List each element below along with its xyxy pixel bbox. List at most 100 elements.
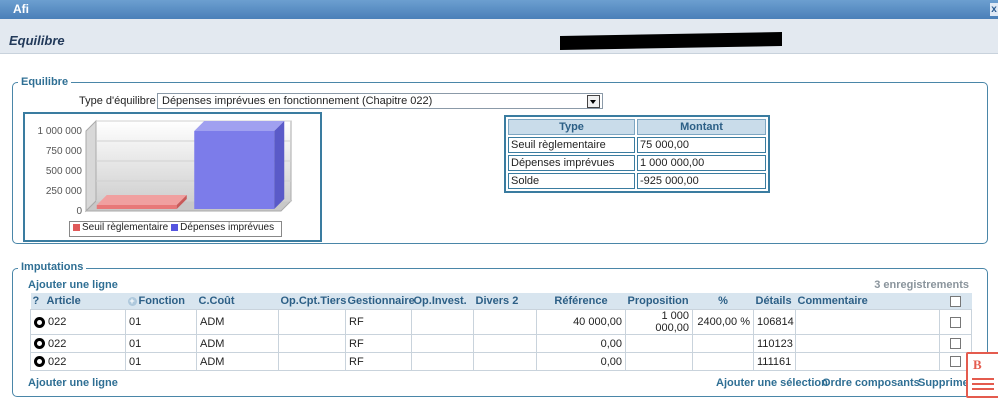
chart-ytick-label: 750 000 <box>46 146 83 157</box>
summary-table: Type Montant Seuil règlementaire 75 000,… <box>504 115 770 193</box>
cell-ccout[interactable]: ADM <box>196 352 279 371</box>
chart-bar <box>194 131 275 209</box>
col-ccout[interactable]: C.Coût <box>196 293 279 310</box>
summary-montant: 1 000 000,00 <box>637 155 766 171</box>
col-opinvest[interactable]: Op.Invest. <box>411 293 474 310</box>
col-opcpt[interactable]: Op.Cpt.Tiers <box>278 293 346 310</box>
cell-opcpt[interactable] <box>278 352 346 371</box>
col-details[interactable]: Détails <box>753 293 796 310</box>
cell-pct <box>692 334 754 353</box>
commentaire-input[interactable] <box>795 309 940 335</box>
imputations-table: ? Article + Fonction C.Coût Op.Cpt.Tiers … <box>30 293 972 371</box>
table-row: 022 01 ADM RF 0,00 111161 <box>30 352 972 371</box>
cell-fonction[interactable]: 01 <box>125 352 197 371</box>
cell-gestionnaire[interactable]: RF <box>345 334 412 353</box>
summary-header-row: Type Montant <box>508 119 766 135</box>
commentaire-input[interactable] <box>795 352 940 371</box>
reference-input[interactable]: 40 000,00 <box>536 309 626 335</box>
cell-select[interactable] <box>939 334 972 353</box>
legend-label-depenses: Dépenses imprévues <box>180 222 275 233</box>
cell-divers2[interactable] <box>473 334 537 353</box>
reference-input[interactable]: 0,00 <box>536 352 626 371</box>
row-checkbox[interactable] <box>950 316 961 328</box>
add-selection-link[interactable]: Ajouter une sélection <box>716 377 828 389</box>
cell-divers2[interactable] <box>473 309 537 335</box>
cell-opinvest[interactable] <box>411 334 474 353</box>
summary-row: Dépenses imprévues 1 000 000,00 <box>508 155 766 171</box>
select-all-checkbox[interactable] <box>950 295 961 307</box>
col-gestionnaire[interactable]: Gestionnaire <box>345 293 415 310</box>
cell-article[interactable]: 022 <box>30 309 126 335</box>
type-equilibre-select[interactable]: Dépenses imprévues en fonctionnement (Ch… <box>157 93 603 109</box>
chart-ytick-label: 1 000 000 <box>38 126 83 137</box>
chevron-down-icon[interactable] <box>587 95 600 108</box>
cell-opinvest[interactable] <box>411 352 474 371</box>
legend-label-seuil: Seuil règlementaire <box>82 222 169 233</box>
plus-circle-icon[interactable]: + <box>127 297 137 306</box>
cell-fonction[interactable]: 01 <box>125 309 197 335</box>
gear-icon[interactable] <box>34 356 45 368</box>
col-help[interactable]: ? <box>30 293 45 310</box>
cell-select[interactable] <box>939 309 972 335</box>
cell-ccout[interactable]: ADM <box>196 334 279 353</box>
table-row: 022 01 ADM RF 40 000,00 1 000 000,00 240… <box>30 309 972 335</box>
row-checkbox[interactable] <box>950 338 961 350</box>
redacted-area <box>560 32 782 50</box>
legend-swatch-seuil <box>73 224 80 231</box>
record-count: 3 enregistrements <box>874 279 969 291</box>
cell-gestionnaire[interactable]: RF <box>345 309 412 335</box>
col-proposition[interactable]: Proposition <box>625 293 693 310</box>
chart-side-wall <box>85 119 97 213</box>
cell-details[interactable]: 111161 <box>753 352 796 371</box>
window-title: Afi <box>13 2 29 16</box>
equilibre-legend: Equilibre <box>18 76 72 88</box>
col-fonction[interactable]: + Fonction <box>125 293 197 310</box>
article-value: 022 <box>48 316 67 328</box>
col-select-all[interactable] <box>939 293 972 310</box>
add-line-top-link[interactable]: Ajouter une ligne <box>28 279 118 291</box>
col-reference[interactable]: Référence <box>536 293 626 310</box>
close-icon[interactable]: x <box>990 3 998 16</box>
reference-input[interactable]: 0,00 <box>536 334 626 353</box>
col-fonction-label: Fonction <box>138 295 185 307</box>
cell-proposition <box>625 352 693 371</box>
gear-icon[interactable] <box>34 338 45 350</box>
cell-opcpt[interactable] <box>278 334 346 353</box>
row-checkbox[interactable] <box>950 356 961 368</box>
type-equilibre-value: Dépenses imprévues en fonctionnement (Ch… <box>162 95 433 107</box>
delete-link[interactable]: Supprimer <box>918 377 973 389</box>
component-order-link[interactable]: Ordre composants <box>822 377 920 389</box>
table-row: 022 01 ADM RF 0,00 110123 <box>30 334 972 353</box>
cell-article[interactable]: 022 <box>30 334 126 353</box>
cell-proposition: 1 000 000,00 <box>625 309 693 335</box>
cell-details[interactable]: 106814 <box>753 309 796 335</box>
summary-header-type: Type <box>508 119 635 135</box>
cell-pct <box>692 352 754 371</box>
imputations-legend: Imputations <box>18 261 87 273</box>
cell-ccout[interactable]: ADM <box>196 309 279 335</box>
cell-pct: 2400,00 % <box>692 309 754 335</box>
chart-bar <box>96 205 177 209</box>
cell-fonction[interactable]: 01 <box>125 334 197 353</box>
page-title: Equilibre <box>9 33 65 48</box>
chart-bar-side <box>274 121 285 209</box>
col-pct[interactable]: % <box>692 293 754 310</box>
cell-details[interactable]: 110123 <box>753 334 796 353</box>
equilibre-chart: 1 000 000 750 000 500 000 250 000 0 Seuil rè… <box>23 112 322 242</box>
cell-opinvest[interactable] <box>411 309 474 335</box>
pdf-line <box>972 378 994 380</box>
gear-icon[interactable] <box>34 316 45 328</box>
cell-gestionnaire[interactable]: RF <box>345 352 412 371</box>
pdf-export-icon[interactable]: B <box>966 352 998 398</box>
pdf-line <box>972 388 994 390</box>
commentaire-input[interactable] <box>795 334 940 353</box>
cell-divers2[interactable] <box>473 352 537 371</box>
page-header: Equilibre <box>0 19 998 54</box>
cell-article[interactable]: 022 <box>30 352 126 371</box>
cell-opcpt[interactable] <box>278 309 346 335</box>
col-divers2[interactable]: Divers 2 <box>473 293 537 310</box>
col-article[interactable]: Article <box>44 293 126 310</box>
col-commentaire[interactable]: Commentaire <box>795 293 940 310</box>
add-line-bottom-link[interactable]: Ajouter une ligne <box>28 377 118 389</box>
type-equilibre-label: Type d'équilibre <box>79 95 156 107</box>
